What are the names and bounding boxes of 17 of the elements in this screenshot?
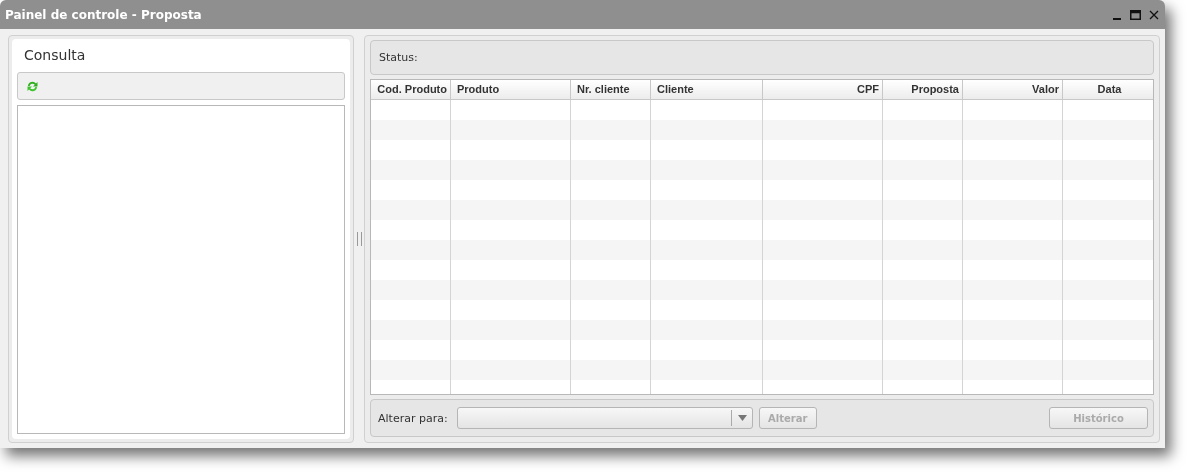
dropdown-arrow-icon[interactable]: [737, 415, 747, 421]
panel-title: Consulta: [23, 47, 87, 65]
splitter-handle[interactable]: [357, 232, 362, 246]
close-icon[interactable]: [1149, 9, 1159, 20]
window-title: Painel de controle - Proposta: [5, 7, 203, 22]
column-header[interactable]: CPF: [763, 80, 883, 99]
refresh-icon[interactable]: [26, 79, 39, 93]
column-header[interactable]: Cliente: [651, 80, 763, 99]
change-to-label: Alterar para:: [378, 411, 448, 425]
column-header[interactable]: Data: [1063, 80, 1153, 99]
column-header[interactable]: Produto: [451, 80, 571, 99]
column-header[interactable]: Valor: [963, 80, 1063, 99]
status-label: Status:: [379, 51, 418, 64]
column-header[interactable]: Cod. Produto: [371, 80, 451, 99]
column-header[interactable]: Proposta: [883, 80, 963, 99]
maximize-icon[interactable]: [1130, 9, 1141, 20]
column-header[interactable]: Nr. cliente: [571, 80, 651, 99]
